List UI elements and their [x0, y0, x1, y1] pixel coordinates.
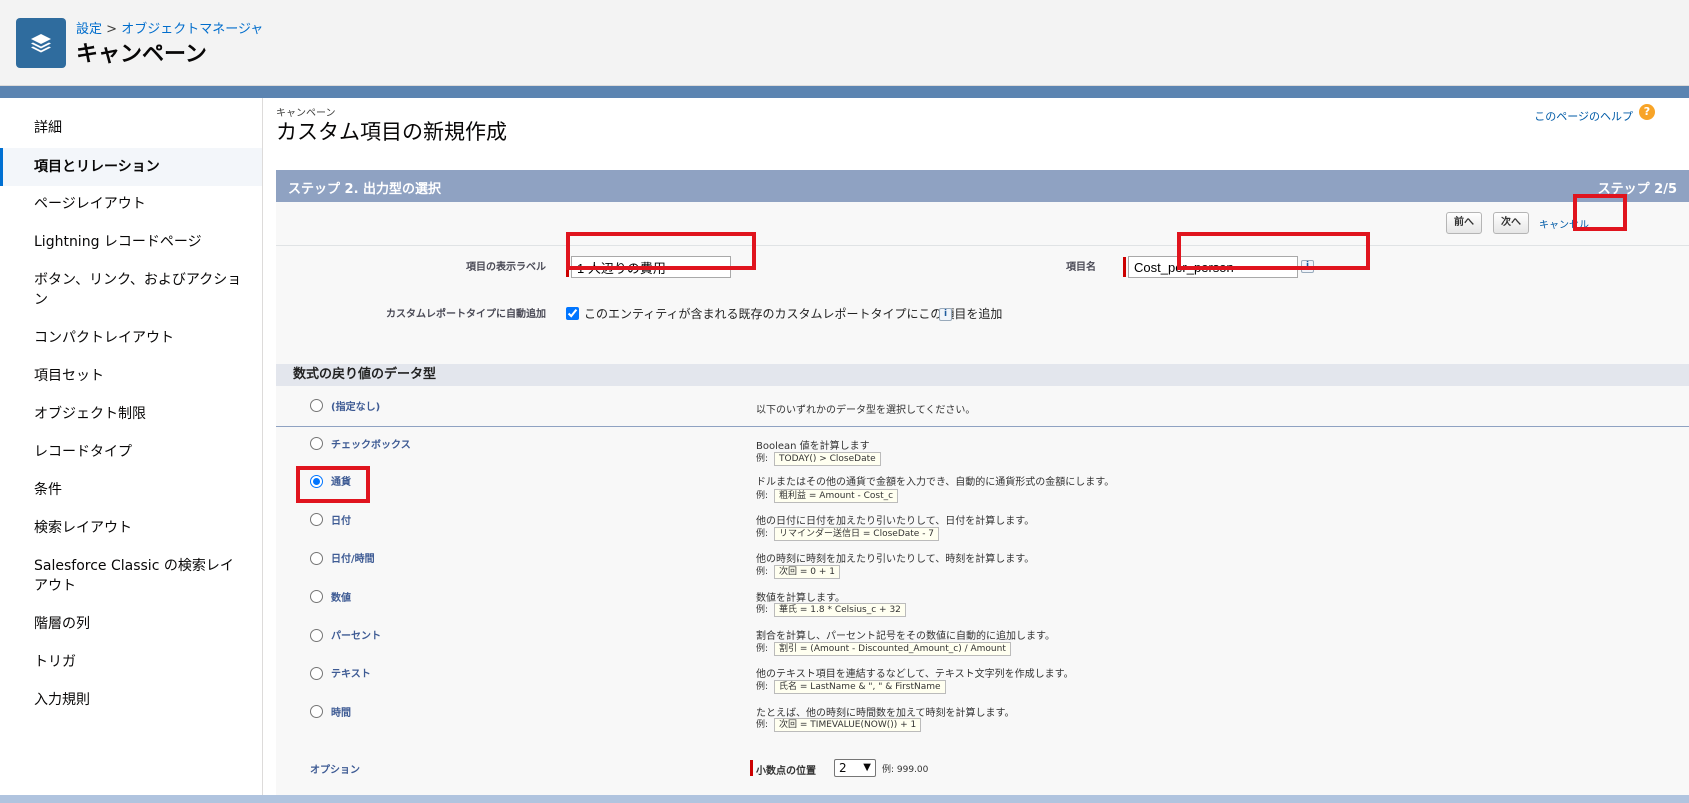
type-desc-date: 他の日付に日付を加えたり引いたりして、日付を計算します。	[756, 516, 1035, 527]
field-label-highlight	[566, 232, 756, 270]
main-content: キャンペーン カスタム項目の新規作成 このページのヘルプ ? ステップ 2. 出…	[264, 98, 1689, 795]
footer-band	[0, 795, 1689, 803]
type-label-datetime: 日付/時間	[331, 554, 375, 565]
decimal-places-select[interactable]: 2 ▼	[834, 759, 876, 777]
currency-option-highlight	[296, 466, 370, 503]
sidebar-item-search-layouts[interactable]: 検索レイアウト	[0, 518, 262, 538]
help-icon[interactable]: ?	[1639, 104, 1655, 120]
sidebar-item-hierarchy-columns[interactable]: 階層の列	[0, 614, 262, 634]
sidebar-item-compact-layouts[interactable]: コンパクトレイアウト	[0, 328, 262, 348]
type-example-text: 例: 氏名 = LastName & ", " & FirstName	[756, 679, 946, 694]
type-example-currency: 例: 粗利益 = Amount - Cost_c	[756, 488, 899, 503]
auto-add-label: カスタムレポートタイプに自動追加	[386, 309, 546, 320]
divider	[276, 426, 1689, 427]
section-header-return-type: 数式の戻り値のデータ型	[276, 364, 1689, 386]
type-desc-percent: 割合を計算し、パーセント記号をその数値に自動的に追加します。	[756, 631, 1055, 642]
prev-button[interactable]: 前へ	[1446, 212, 1482, 234]
type-desc-currency: ドルまたはその他の通貨で金額を入力でき、自動的に通貨形式の金額にします。	[756, 477, 1115, 488]
required-indicator	[750, 760, 753, 776]
required-indicator	[1123, 257, 1126, 277]
field-name-highlight	[1177, 232, 1370, 270]
type-desc-datetime: 他の時刻に時刻を加えたり引いたりして、時刻を計算します。	[756, 554, 1035, 565]
decimal-places-value: 2	[839, 761, 847, 775]
type-example-percent: 例: 割引 = (Amount - Discounted_Amount_c) / …	[756, 641, 1011, 656]
type-example-date: 例: リマインダー送信日 = CloseDate - 7	[756, 526, 940, 541]
type-label-percent: パーセント	[331, 631, 381, 642]
radio-percent[interactable]	[310, 629, 323, 642]
step-title: ステップ 2. 出力型の選択	[288, 182, 442, 197]
breadcrumb: 設定 > オブジェクトマネージャ	[76, 18, 263, 37]
sidebar-item-fields-relationships[interactable]: 項目とリレーション	[0, 148, 262, 186]
next-button-highlight	[1573, 194, 1627, 231]
chevron-down-icon: ▼	[863, 762, 871, 773]
field-name-label: 項目名	[1066, 262, 1096, 273]
page-title: カスタム項目の新規作成	[276, 120, 507, 144]
sidebar-item-triggers[interactable]: トリガ	[0, 652, 262, 672]
type-label-time: 時間	[331, 708, 351, 719]
radio-checkbox[interactable]	[310, 437, 323, 450]
info-icon[interactable]: i	[939, 308, 952, 321]
data-type-list: (指定なし) 以下のいずれかのデータ型を選択してください。 チェックボックス B…	[276, 386, 1689, 795]
field-label-label: 項目の表示ラベル	[466, 262, 546, 273]
layers-icon	[16, 18, 66, 68]
page-header-title: キャンペーン	[76, 42, 207, 67]
auto-add-checkbox[interactable]	[566, 307, 579, 320]
sidebar-item-buttons-links-actions[interactable]: ボタン、リンク、およびアクション	[0, 270, 262, 310]
sidebar-item-page-layouts[interactable]: ページレイアウト	[0, 194, 262, 214]
radio-datetime[interactable]	[310, 552, 323, 565]
type-desc-checkbox: Boolean 値を計算します	[756, 441, 870, 452]
button-row: 前へ 次へ キャンセル	[276, 202, 1689, 246]
sidebar-item-record-types[interactable]: レコードタイプ	[0, 442, 262, 462]
type-label-date: 日付	[331, 516, 351, 527]
type-example-time: 例: 次回 = TIMEVALUE(NOW()) + 1	[756, 717, 922, 732]
app-header: 設定 > オブジェクトマネージャ キャンペーン	[0, 0, 1689, 86]
help-link[interactable]: このページのヘルプ	[1534, 108, 1633, 124]
breadcrumb-object-manager-link[interactable]: オブジェクトマネージャ	[121, 22, 263, 37]
breadcrumb-separator: >	[106, 22, 118, 37]
step-header: ステップ 2. 出力型の選択 ステップ 2/5	[276, 170, 1689, 202]
field-form: 項目の表示ラベル 項目名 i カスタムレポートタイプに自動追加 このエンティティ…	[276, 246, 1689, 364]
sidebar-item-validation-rules[interactable]: 入力規則	[0, 690, 262, 710]
next-button[interactable]: 次へ	[1493, 212, 1529, 234]
header-band	[0, 86, 1689, 98]
sidebar: 詳細 項目とリレーション ページレイアウト Lightning レコードページ …	[0, 98, 263, 795]
radio-text[interactable]	[310, 667, 323, 680]
decimal-places-label: 小数点の位置	[756, 766, 816, 777]
type-example-number: 例: 華氏 = 1.8 * Celsius_c + 32	[756, 602, 906, 617]
type-desc-text: 他のテキスト項目を連結するなどして、テキスト文字列を作成します。	[756, 669, 1074, 680]
sidebar-item-classic-search-layouts[interactable]: Salesforce Classic の検索レイアウト	[0, 556, 262, 596]
sidebar-item-details[interactable]: 詳細	[0, 118, 262, 140]
type-example-checkbox: 例: TODAY() > CloseDate	[756, 451, 881, 466]
sidebar-item-conditions[interactable]: 条件	[0, 480, 262, 500]
type-example-datetime: 例: 次回 = 0 + 1	[756, 564, 841, 579]
type-label-checkbox: チェックボックス	[331, 440, 411, 451]
type-label-text: テキスト	[331, 669, 371, 680]
type-label-none: (指定なし)	[331, 402, 381, 413]
sidebar-item-object-limits[interactable]: オブジェクト制限	[0, 404, 262, 424]
radio-time[interactable]	[310, 705, 323, 718]
radio-none[interactable]	[310, 399, 323, 412]
sidebar-item-lightning-record-pages[interactable]: Lightning レコードページ	[0, 232, 262, 252]
breadcrumb-setup-link[interactable]: 設定	[76, 22, 102, 37]
decimal-example: 例: 999.00	[882, 765, 929, 775]
sidebar-item-field-sets[interactable]: 項目セット	[0, 366, 262, 386]
type-label-number: 数値	[331, 593, 351, 604]
options-label: オプション	[310, 765, 360, 776]
radio-date[interactable]	[310, 513, 323, 526]
type-desc-none: 以下のいずれかのデータ型を選択してください。	[756, 405, 976, 416]
radio-number[interactable]	[310, 590, 323, 603]
